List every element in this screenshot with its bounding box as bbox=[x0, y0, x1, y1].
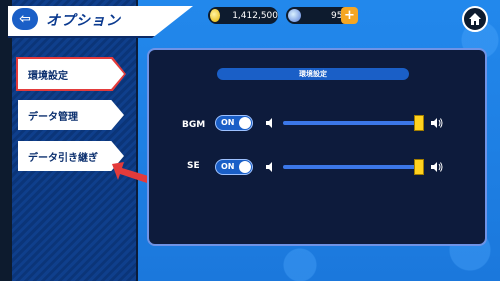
home-icon bbox=[469, 13, 481, 25]
toggle-label: ON bbox=[221, 162, 235, 171]
menu-item-data-management[interactable]: データ管理 bbox=[18, 100, 124, 130]
se-toggle[interactable]: ON bbox=[215, 159, 253, 175]
gem-counter: 95 + bbox=[286, 7, 358, 24]
toggle-knob bbox=[239, 161, 251, 173]
panel-title: 環境設定 bbox=[217, 68, 409, 80]
se-volume-track[interactable] bbox=[283, 165, 416, 169]
coin-icon bbox=[210, 9, 221, 22]
plus-icon[interactable]: + bbox=[341, 7, 358, 24]
speaker-mute-icon bbox=[266, 162, 272, 172]
speaker-mute-icon bbox=[266, 118, 272, 128]
home-button[interactable] bbox=[462, 6, 488, 32]
toggle-label: ON bbox=[221, 118, 235, 127]
back-arrow-icon[interactable]: ⇦ bbox=[12, 8, 38, 30]
speaker-loud-icon bbox=[431, 118, 443, 128]
bgm-label: BGM bbox=[182, 120, 206, 130]
sidebar-panel bbox=[12, 0, 136, 281]
se-volume-thumb[interactable] bbox=[414, 159, 424, 175]
menu-item-label: 環境設定 bbox=[28, 70, 68, 82]
menu-item-environment-settings[interactable]: 環境設定 bbox=[18, 59, 124, 89]
se-label: SE bbox=[187, 161, 200, 171]
bgm-toggle[interactable]: ON bbox=[215, 115, 253, 131]
menu-item-data-transfer[interactable]: データ引き継ぎ bbox=[18, 141, 124, 171]
speaker-loud-icon bbox=[431, 162, 443, 172]
menu-item-label: データ引き継ぎ bbox=[28, 152, 98, 164]
left-rail bbox=[0, 0, 12, 281]
coin-counter: 1,412,500 bbox=[208, 7, 278, 24]
toggle-knob bbox=[239, 117, 251, 129]
bgm-volume-thumb[interactable] bbox=[414, 115, 424, 131]
bgm-volume-track[interactable] bbox=[283, 121, 416, 125]
page-title: オプション bbox=[46, 13, 121, 29]
sidebar-border bbox=[136, 0, 138, 281]
settings-panel: 環境設定 BGM ON SE ON bbox=[147, 48, 487, 246]
gem-icon bbox=[288, 9, 301, 22]
menu-item-label: データ管理 bbox=[28, 111, 78, 123]
coin-value: 1,412,500 bbox=[232, 10, 278, 21]
